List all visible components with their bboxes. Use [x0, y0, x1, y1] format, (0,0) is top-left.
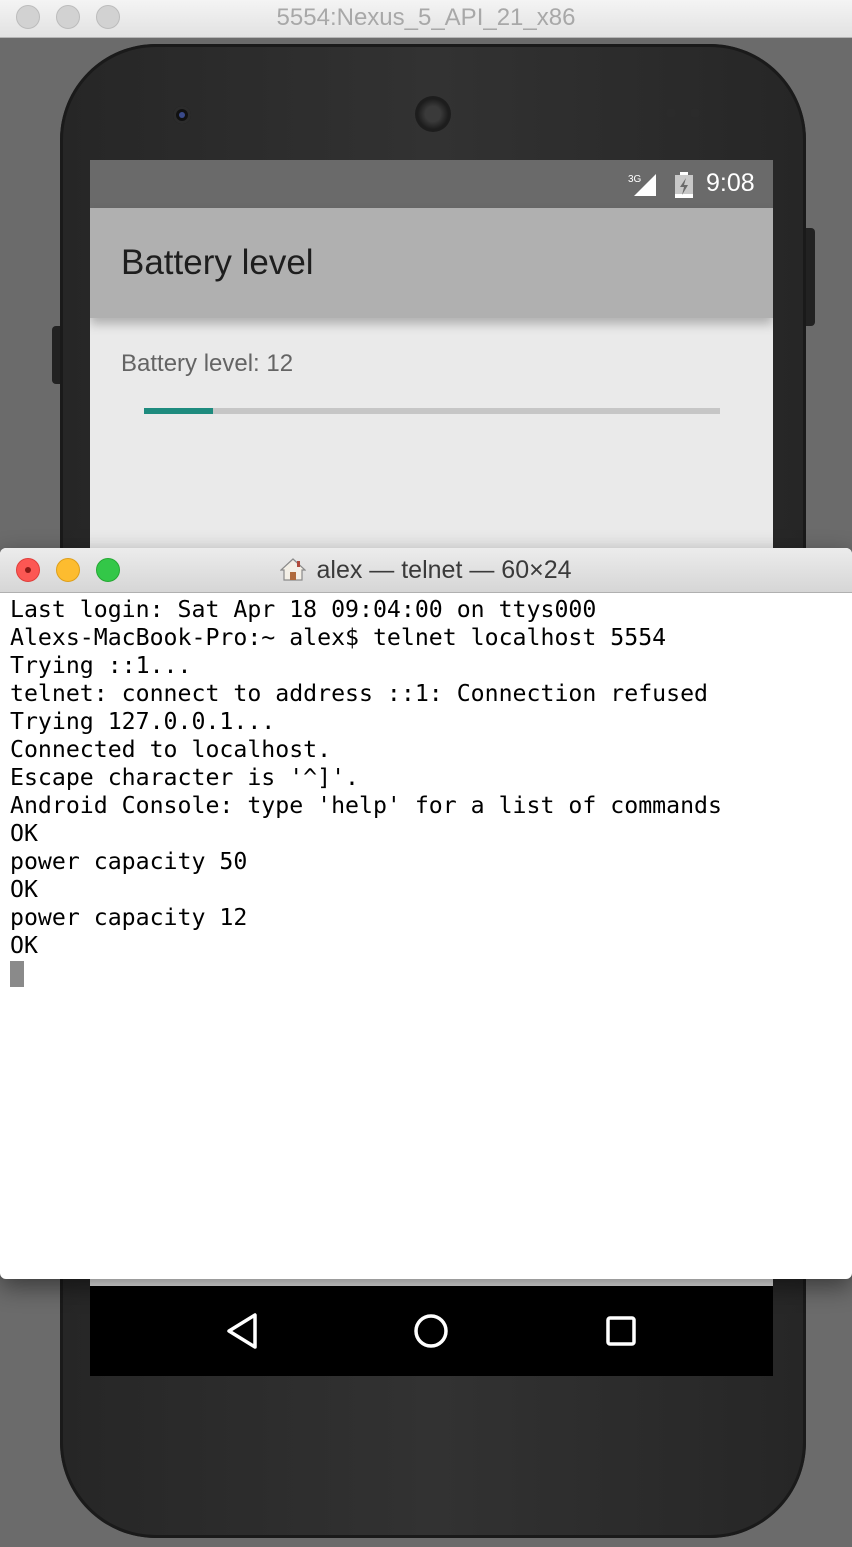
battery-charging-icon — [675, 172, 693, 198]
svg-text:3G: 3G — [628, 174, 642, 185]
proximity-sensor — [666, 108, 676, 118]
earpiece-speaker — [415, 96, 451, 132]
terminal-output[interactable]: Last login: Sat Apr 18 09:04:00 on ttys0… — [10, 596, 852, 1279]
terminal-titlebar: alex — telnet — 60×24 — [0, 548, 852, 593]
terminal-line: Connected to localhost. — [10, 736, 332, 763]
terminal-line: OK — [10, 932, 38, 959]
front-camera — [173, 106, 191, 124]
app-title: Battery level — [121, 243, 314, 282]
android-nav-bar — [90, 1286, 773, 1376]
terminal-title: alex — telnet — 60×24 — [0, 556, 852, 585]
home-folder-icon — [280, 558, 307, 581]
terminal-line: Last login: Sat Apr 18 09:04:00 on ttys0… — [10, 596, 597, 623]
terminal-title-text: alex — telnet — 60×24 — [316, 556, 572, 584]
app-toolbar: Battery level — [90, 208, 773, 318]
back-icon[interactable] — [221, 1309, 265, 1353]
battery-progress-fill — [144, 408, 214, 414]
terminal-line: Escape character is '^]'. — [10, 764, 360, 791]
terminal-line: OK — [10, 820, 38, 847]
terminal-line: power capacity 12 — [10, 904, 248, 931]
terminal-line: Android Console: type 'help' for a list … — [10, 792, 722, 819]
android-status-bar: 3G 9:08 — [90, 160, 773, 208]
battery-level-label: Battery level: 12 — [121, 350, 294, 377]
status-time: 9:08 — [706, 169, 755, 197]
home-icon[interactable] — [409, 1309, 453, 1353]
emulator-window-title: 5554:Nexus_5_API_21_x86 — [276, 4, 576, 31]
terminal-line: Trying 127.0.0.1... — [10, 708, 276, 735]
terminal-window: alex — telnet — 60×24 Last login: Sat Ap… — [0, 548, 852, 1279]
emulator-titlebar: 5554:Nexus_5_API_21_x86 — [0, 0, 852, 38]
terminal-line: Alexs-MacBook-Pro:~ alex$ telnet localho… — [10, 624, 667, 651]
battery-progress-bar — [144, 408, 720, 414]
terminal-line: telnet: connect to address ::1: Connecti… — [10, 680, 709, 707]
terminal-line: Trying ::1... — [10, 652, 192, 679]
light-sensor — [690, 108, 700, 118]
recents-icon[interactable] — [599, 1309, 643, 1353]
cell-signal-icon: 3G — [628, 174, 656, 196]
phone-power-button[interactable] — [805, 228, 815, 326]
terminal-cursor — [10, 961, 24, 987]
terminal-line: power capacity 50 — [10, 848, 248, 875]
terminal-line: OK — [10, 876, 38, 903]
